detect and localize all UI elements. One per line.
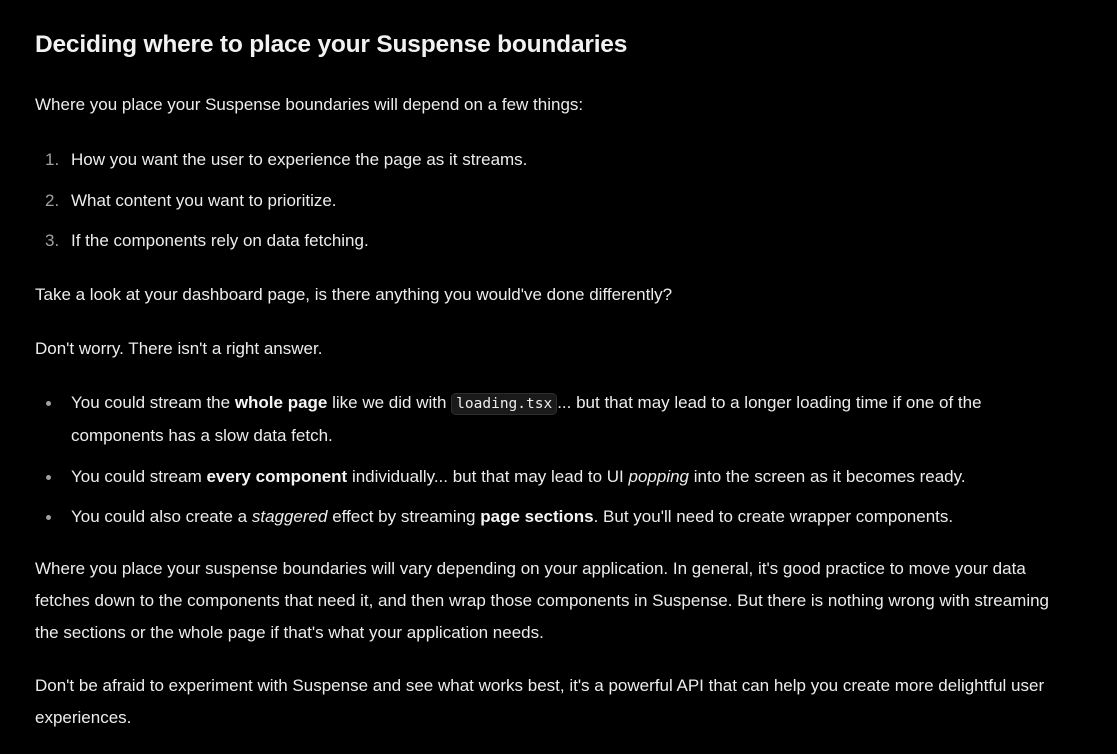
bullet-italic-text: popping bbox=[628, 466, 690, 486]
list-number: 1. bbox=[45, 150, 60, 169]
list-item-text: What content you want to prioritize. bbox=[71, 190, 337, 210]
list-item: 3. If the components rely on data fetchi… bbox=[35, 225, 1077, 257]
bullet-text: like we did with bbox=[327, 393, 452, 412]
bullet-text: You could stream bbox=[71, 466, 207, 486]
bullet-item: You could stream every component individ… bbox=[35, 461, 1077, 493]
bullet-bold-text: page sections bbox=[480, 507, 594, 526]
inline-code: loading.tsx bbox=[451, 393, 558, 415]
list-item-text: How you want the user to experience the … bbox=[71, 150, 528, 169]
section-heading: Deciding where to place your Suspense bo… bbox=[35, 31, 628, 58]
bullet-text: individually... but that may lead to UI bbox=[347, 466, 629, 486]
list-number: 2. bbox=[45, 190, 60, 210]
bullet-text: into the screen as it becomes ready. bbox=[689, 466, 966, 486]
bullet-bold-text: every component bbox=[206, 466, 348, 486]
options-list: You could stream the whole page like we … bbox=[35, 387, 1077, 542]
list-item: 1. How you want the user to experience t… bbox=[35, 144, 1077, 176]
closing-paragraph: Don't be afraid to experiment with Suspe… bbox=[35, 676, 1045, 727]
bullet-text: You could also create a bbox=[71, 507, 252, 526]
conclusion-paragraph: Where you place your suspense boundaries… bbox=[35, 559, 1050, 642]
bullet-dot bbox=[46, 515, 51, 520]
considerations-list: 1. How you want the user to experience t… bbox=[35, 144, 1077, 266]
list-item: 2. What content you want to prioritize. bbox=[35, 185, 1077, 217]
bullet-item: You could also create a staggered effect… bbox=[35, 501, 1077, 533]
article-content: Deciding where to place your Suspense bo… bbox=[0, 0, 1117, 754]
bullet-text: You could stream the bbox=[71, 393, 235, 412]
reassurance-paragraph: Don't worry. There isn't a right answer. bbox=[35, 339, 323, 358]
bullet-dot bbox=[46, 401, 51, 406]
bullet-bold-text: whole page bbox=[234, 393, 328, 412]
bullet-item: You could stream the whole page like we … bbox=[35, 387, 1077, 452]
question-paragraph: Take a look at your dashboard page, is t… bbox=[35, 285, 673, 304]
bullet-italic-text: staggered bbox=[251, 507, 328, 526]
bullet-dot bbox=[46, 474, 51, 480]
bullet-text: effect by streaming bbox=[327, 507, 481, 526]
intro-paragraph: Where you place your Suspense boundaries… bbox=[35, 95, 584, 114]
list-item-text: If the components rely on data fetching. bbox=[71, 231, 369, 250]
list-number: 3. bbox=[45, 231, 60, 250]
bullet-text: . But you'll need to create wrapper comp… bbox=[593, 507, 954, 526]
